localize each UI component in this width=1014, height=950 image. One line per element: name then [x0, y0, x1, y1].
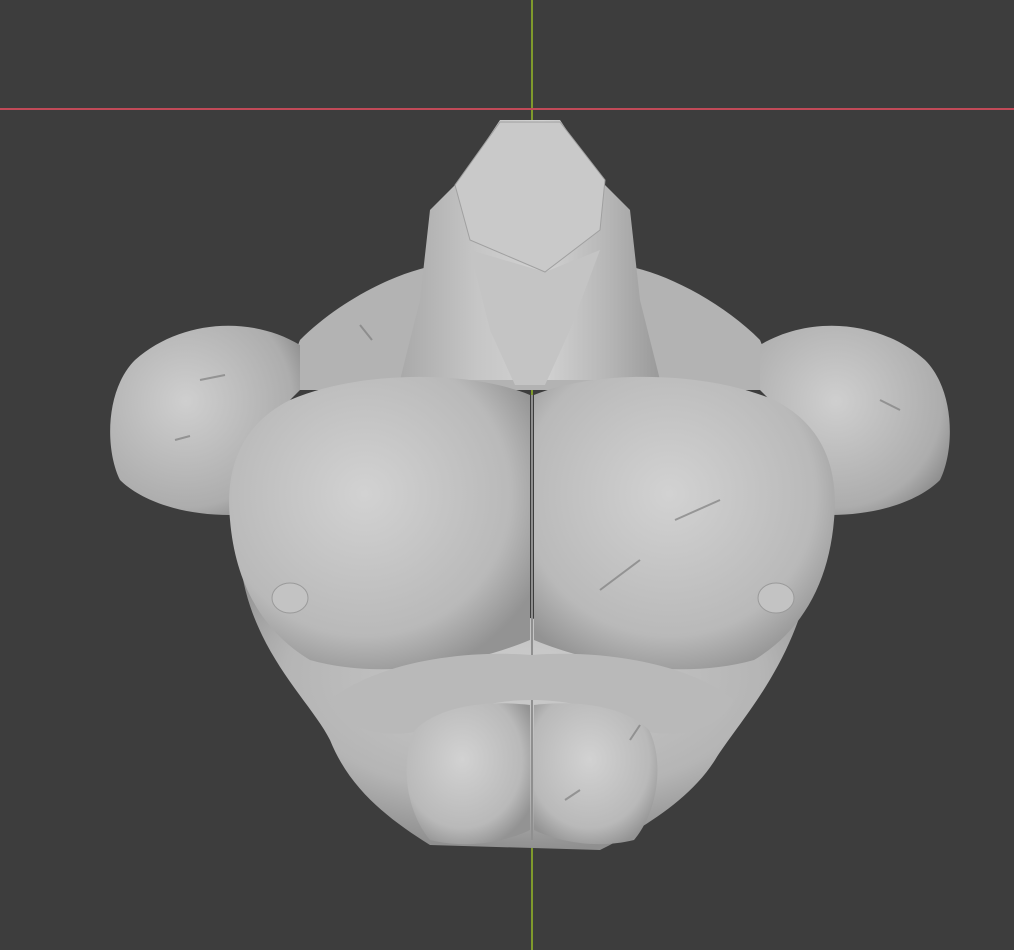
left-nipple-mesh	[271, 582, 309, 614]
right-pectoral-mesh	[534, 376, 835, 670]
left-pectoral-mesh	[229, 376, 531, 670]
right-abdominal-mesh	[534, 703, 658, 845]
3d-viewport[interactable]	[0, 0, 1014, 950]
left-abdominal-mesh	[406, 703, 530, 845]
torso-sculpt-mesh[interactable]	[0, 0, 1014, 950]
right-nipple-mesh	[757, 582, 795, 614]
